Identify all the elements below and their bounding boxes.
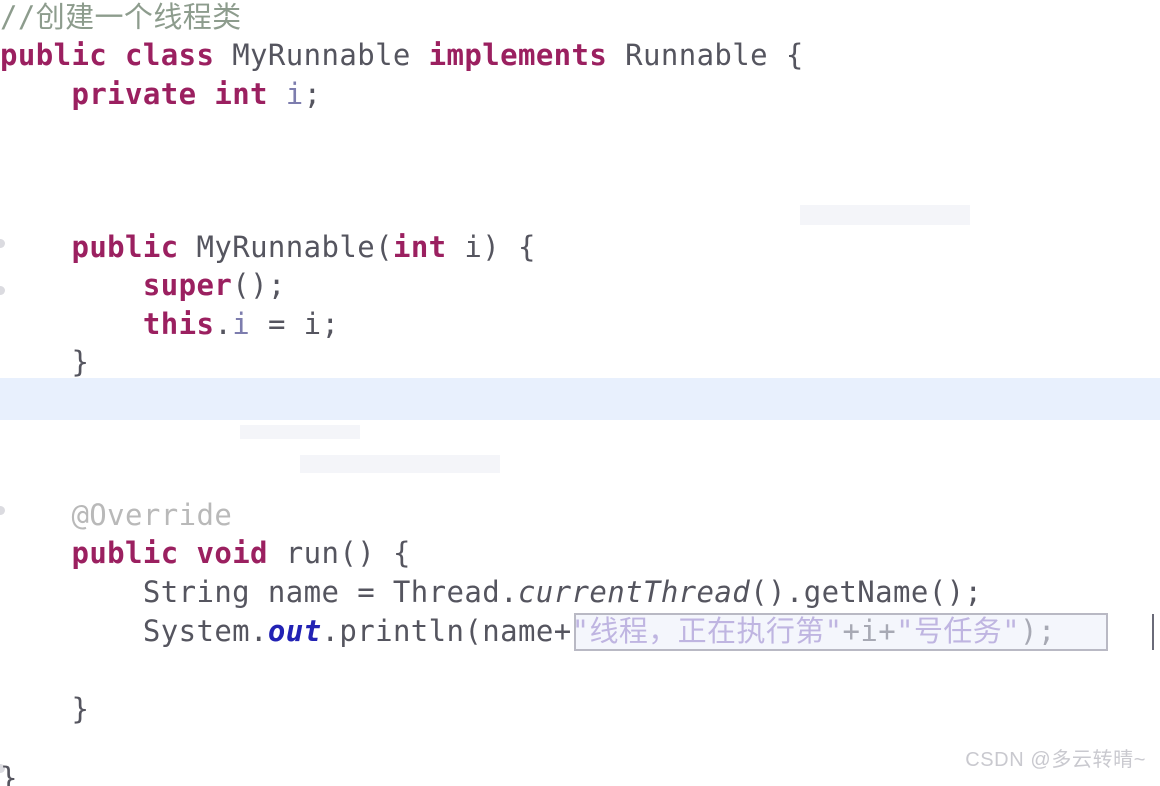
code-token: i xyxy=(285,77,304,111)
code-token: private int xyxy=(71,77,286,111)
line-run-decl[interactable]: public void run() { xyxy=(0,532,1160,574)
code-token: } xyxy=(0,761,18,786)
code-token: MyRunnable xyxy=(232,38,429,72)
code-token: super xyxy=(142,268,233,302)
code-token: System. xyxy=(0,614,268,648)
code-token: name xyxy=(482,614,554,648)
code-editor-canvas[interactable]: //创建一个线程类 public class MyRunnable impleme… xyxy=(0,0,1160,786)
code-token: } xyxy=(0,692,90,726)
code-token: ); xyxy=(1020,614,1056,648)
code-token: + xyxy=(553,614,572,648)
code-token: (); xyxy=(232,268,286,302)
render-artifact xyxy=(240,425,360,439)
code-token: "号任务" xyxy=(896,614,1021,648)
code-token: . xyxy=(214,307,233,341)
code-token: i) { xyxy=(464,230,536,264)
code-token: i xyxy=(860,614,879,648)
active-line-highlight xyxy=(0,378,1160,420)
render-artifact xyxy=(300,455,500,473)
code-token: "线程，正在执行第" xyxy=(571,614,843,648)
line-this-assign[interactable]: this.i = i; xyxy=(0,303,1160,345)
line-override-anno[interactable]: @Override xyxy=(0,494,1160,536)
code-token: } xyxy=(0,345,90,379)
code-token: out xyxy=(267,614,322,648)
code-token: run() { xyxy=(285,536,411,570)
code-token: currentThread xyxy=(517,575,751,609)
line-println[interactable]: System.out.println(name+"线程，正在执行第"+i+"号任… xyxy=(0,610,1160,652)
code-token: + xyxy=(842,614,861,648)
line-ctor-decl[interactable]: public MyRunnable(int i) { xyxy=(0,226,1160,268)
csdn-watermark: CSDN @多云转晴~ xyxy=(965,749,1146,771)
code-token: .println( xyxy=(321,614,483,648)
code-token: Runnable { xyxy=(625,38,804,72)
text-caret xyxy=(1152,614,1154,650)
code-token: ; xyxy=(303,77,322,111)
line-run-close[interactable]: } xyxy=(0,688,1160,730)
code-token: String name = Thread. xyxy=(0,575,518,609)
line-get-name[interactable]: String name = Thread.currentThread().get… xyxy=(0,571,1160,613)
line-super-call[interactable]: super(); xyxy=(0,264,1160,306)
code-token: this xyxy=(142,307,215,341)
code-token: public xyxy=(71,230,197,264)
code-token: @Override xyxy=(0,498,233,532)
code-token: + xyxy=(878,614,897,648)
line-ctor-close[interactable]: } xyxy=(0,341,1160,383)
line-comment-header[interactable]: //创建一个线程类 xyxy=(0,0,1160,38)
code-token: = i; xyxy=(250,307,340,341)
code-token: MyRunnable( xyxy=(196,230,393,264)
code-token: public void xyxy=(71,536,286,570)
render-artifact xyxy=(800,205,970,225)
code-token: //创建一个线程类 xyxy=(0,0,242,34)
line-class-decl[interactable]: public class MyRunnable implements Runna… xyxy=(0,34,1160,76)
code-token: i xyxy=(232,307,251,341)
line-field-i[interactable]: private int i; xyxy=(0,73,1160,115)
code-token: public class xyxy=(0,38,233,72)
code-token: implements xyxy=(428,38,626,72)
code-token: ().getName(); xyxy=(750,575,983,609)
code-token: int xyxy=(392,230,465,264)
